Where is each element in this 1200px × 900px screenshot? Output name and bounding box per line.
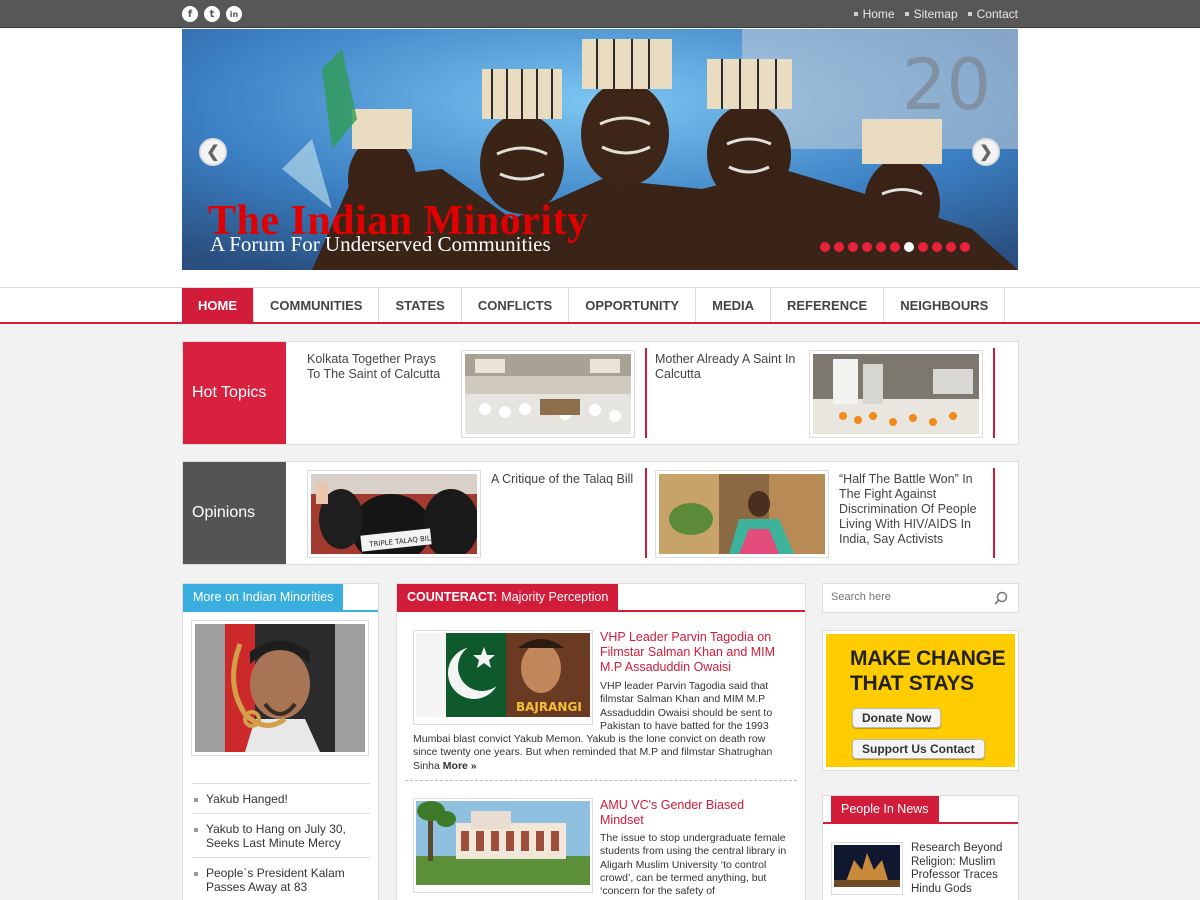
nav-item-home[interactable]: HOME (182, 288, 254, 322)
nav-item-conflicts[interactable]: CONFLICTS (462, 288, 570, 322)
counteract-heading-bold: COUNTERACT: (407, 590, 498, 604)
search-input[interactable] (831, 591, 986, 603)
more-minorities-heading: More on Indian Minorities (183, 584, 344, 610)
nav-item-states[interactable]: STATES (379, 288, 462, 322)
search-box (822, 583, 1019, 613)
opinion-title[interactable]: A Critique of the Talaq Bill (491, 472, 641, 487)
hot-topics-box: Hot Topics Kolkata Together Prays To The… (182, 341, 1019, 445)
slider-dot[interactable] (904, 242, 914, 252)
list-item[interactable]: Yakub Hanged! (192, 783, 370, 813)
article-excerpt: VHP leader Parvin Tagodia said that film… (600, 680, 773, 732)
slider-dot[interactable] (946, 242, 956, 252)
facebook-icon[interactable]: f (182, 6, 198, 22)
hot-topic-title[interactable]: Kolkata Together Prays To The Saint of C… (307, 352, 447, 382)
hero-slider: 20 The Indian Minority A Forum For Under… (182, 29, 1018, 270)
svg-text:20: 20 (902, 44, 991, 126)
heading-underline (823, 822, 1018, 824)
linkedin-icon[interactable]: in (226, 6, 242, 22)
slider-dot[interactable] (862, 242, 872, 252)
svg-text:BAJRANGI: BAJRANGI (516, 700, 582, 714)
chevron-right-icon[interactable]: ❯ (972, 138, 1000, 166)
counteract-heading-rest: Majority Perception (501, 590, 609, 604)
ad-line-1: MAKE CHANGE (850, 647, 1006, 670)
article-excerpt-continued: Mumbai blast convict Yakub Memon. Yakub … (413, 733, 789, 773)
opinions-box: Opinions TRIPLE TALAQ BILL A Critique of… (182, 461, 1019, 565)
divider (405, 780, 797, 781)
nav-item-reference[interactable]: REFERENCE (771, 288, 885, 322)
slider-dot[interactable] (820, 242, 830, 252)
counteract-widget: COUNTERACT: Majority Perception BAJRANGI… (396, 583, 806, 900)
nav-item-neighbours[interactable]: NEIGHBOURS (884, 288, 1006, 322)
opinion-thumb[interactable] (655, 470, 829, 558)
article-title[interactable]: VHP Leader Parvin Tagodia on Filmstar Sa… (600, 630, 785, 675)
article-excerpt: The issue to stop undergraduate female s… (600, 832, 787, 898)
opinion-title[interactable]: “Half The Battle Won” In The Fight Again… (839, 472, 981, 547)
featured-photo[interactable] (191, 620, 369, 756)
article-item: AMU VC's Gender Biased Mindset The issue… (413, 798, 789, 900)
ad-headline: MAKE CHANGE THAT STAYS (850, 646, 1006, 696)
opinions-label: Opinions (183, 462, 286, 564)
slider-dot[interactable] (834, 242, 844, 252)
list-item[interactable]: Yakub to Hang on July 30, Seeks Last Min… (192, 813, 370, 857)
top-bar: f t in Home Sitemap Contact (0, 0, 1200, 28)
heading-underline (397, 610, 805, 612)
slider-dot[interactable] (890, 242, 900, 252)
hot-topic-item[interactable]: Kolkata Together Prays To The Saint of C… (307, 348, 647, 438)
people-in-news-heading: People In News (831, 796, 939, 822)
main-nav: HOME COMMUNITIES STATES CONFLICTS OPPORT… (0, 287, 1200, 324)
opinion-item[interactable]: TRIPLE TALAQ BILL A Critique of the Tala… (307, 468, 647, 558)
donate-now-button[interactable]: Donate Now (852, 708, 942, 728)
article-title[interactable]: AMU VC's Gender Biased Mindset (600, 798, 785, 828)
make-change-ad: MAKE CHANGE THAT STAYS Donate Now Suppor… (826, 634, 1015, 767)
more-minorities-widget: More on Indian Minorities Yakub Hanged! … (182, 583, 379, 900)
nav-item-media[interactable]: MEDIA (696, 288, 771, 322)
site-subtitle: A Forum For Underserved Communities (210, 232, 551, 256)
list-item[interactable]: People`s President Kalam Passes Away at … (192, 857, 370, 900)
top-link-home[interactable]: Home (854, 7, 895, 21)
hot-topic-title[interactable]: Mother Already A Saint In Calcutta (655, 352, 805, 382)
heading-underline (183, 610, 378, 612)
article-item: BAJRANGI VHP Leader Parvin Tagodia on Fi… (413, 630, 789, 773)
slider-dot[interactable] (932, 242, 942, 252)
ad-line-2: THAT STAYS (850, 672, 974, 695)
slider-dot[interactable] (918, 242, 928, 252)
top-link-sitemap[interactable]: Sitemap (905, 7, 958, 21)
nav-item-communities[interactable]: COMMUNITIES (254, 288, 380, 322)
hot-topic-thumb[interactable] (809, 350, 983, 438)
support-us-button[interactable]: Support Us Contact (852, 739, 985, 759)
minorities-list: Yakub Hanged! Yakub to Hang on July 30, … (192, 783, 370, 900)
opinion-thumb[interactable]: TRIPLE TALAQ BILL (307, 470, 481, 558)
twitter-icon[interactable]: t (204, 6, 220, 22)
people-item-title[interactable]: Research Beyond Religion: Muslim Profess… (911, 842, 1011, 896)
slider-dot[interactable] (848, 242, 858, 252)
slider-dot[interactable] (960, 242, 970, 252)
search-icon[interactable] (994, 591, 1008, 605)
counteract-heading: COUNTERACT: Majority Perception (397, 584, 619, 610)
slider-dots (820, 242, 970, 252)
people-in-news-widget: People In News Research Beyond Religion:… (822, 795, 1019, 900)
article-thumb[interactable]: BAJRANGI (413, 630, 593, 725)
read-more-link[interactable]: More » (443, 760, 477, 772)
top-links: Home Sitemap Contact (854, 7, 1018, 21)
slider-dot[interactable] (876, 242, 886, 252)
chevron-left-icon[interactable]: ❮ (199, 138, 227, 166)
donate-banner: MAKE CHANGE THAT STAYS Donate Now Suppor… (822, 630, 1019, 771)
hot-topics-label: Hot Topics (183, 342, 286, 444)
hot-topic-item[interactable]: Mother Already A Saint In Calcutta (655, 348, 995, 438)
top-link-contact[interactable]: Contact (968, 7, 1018, 21)
people-thumb[interactable] (831, 842, 903, 895)
article-thumb[interactable] (413, 798, 593, 893)
social-links: f t in (182, 6, 242, 22)
hot-topic-thumb[interactable] (461, 350, 635, 438)
nav-item-opportunity[interactable]: OPPORTUNITY (569, 288, 697, 322)
opinion-item[interactable]: “Half The Battle Won” In The Fight Again… (655, 468, 995, 558)
